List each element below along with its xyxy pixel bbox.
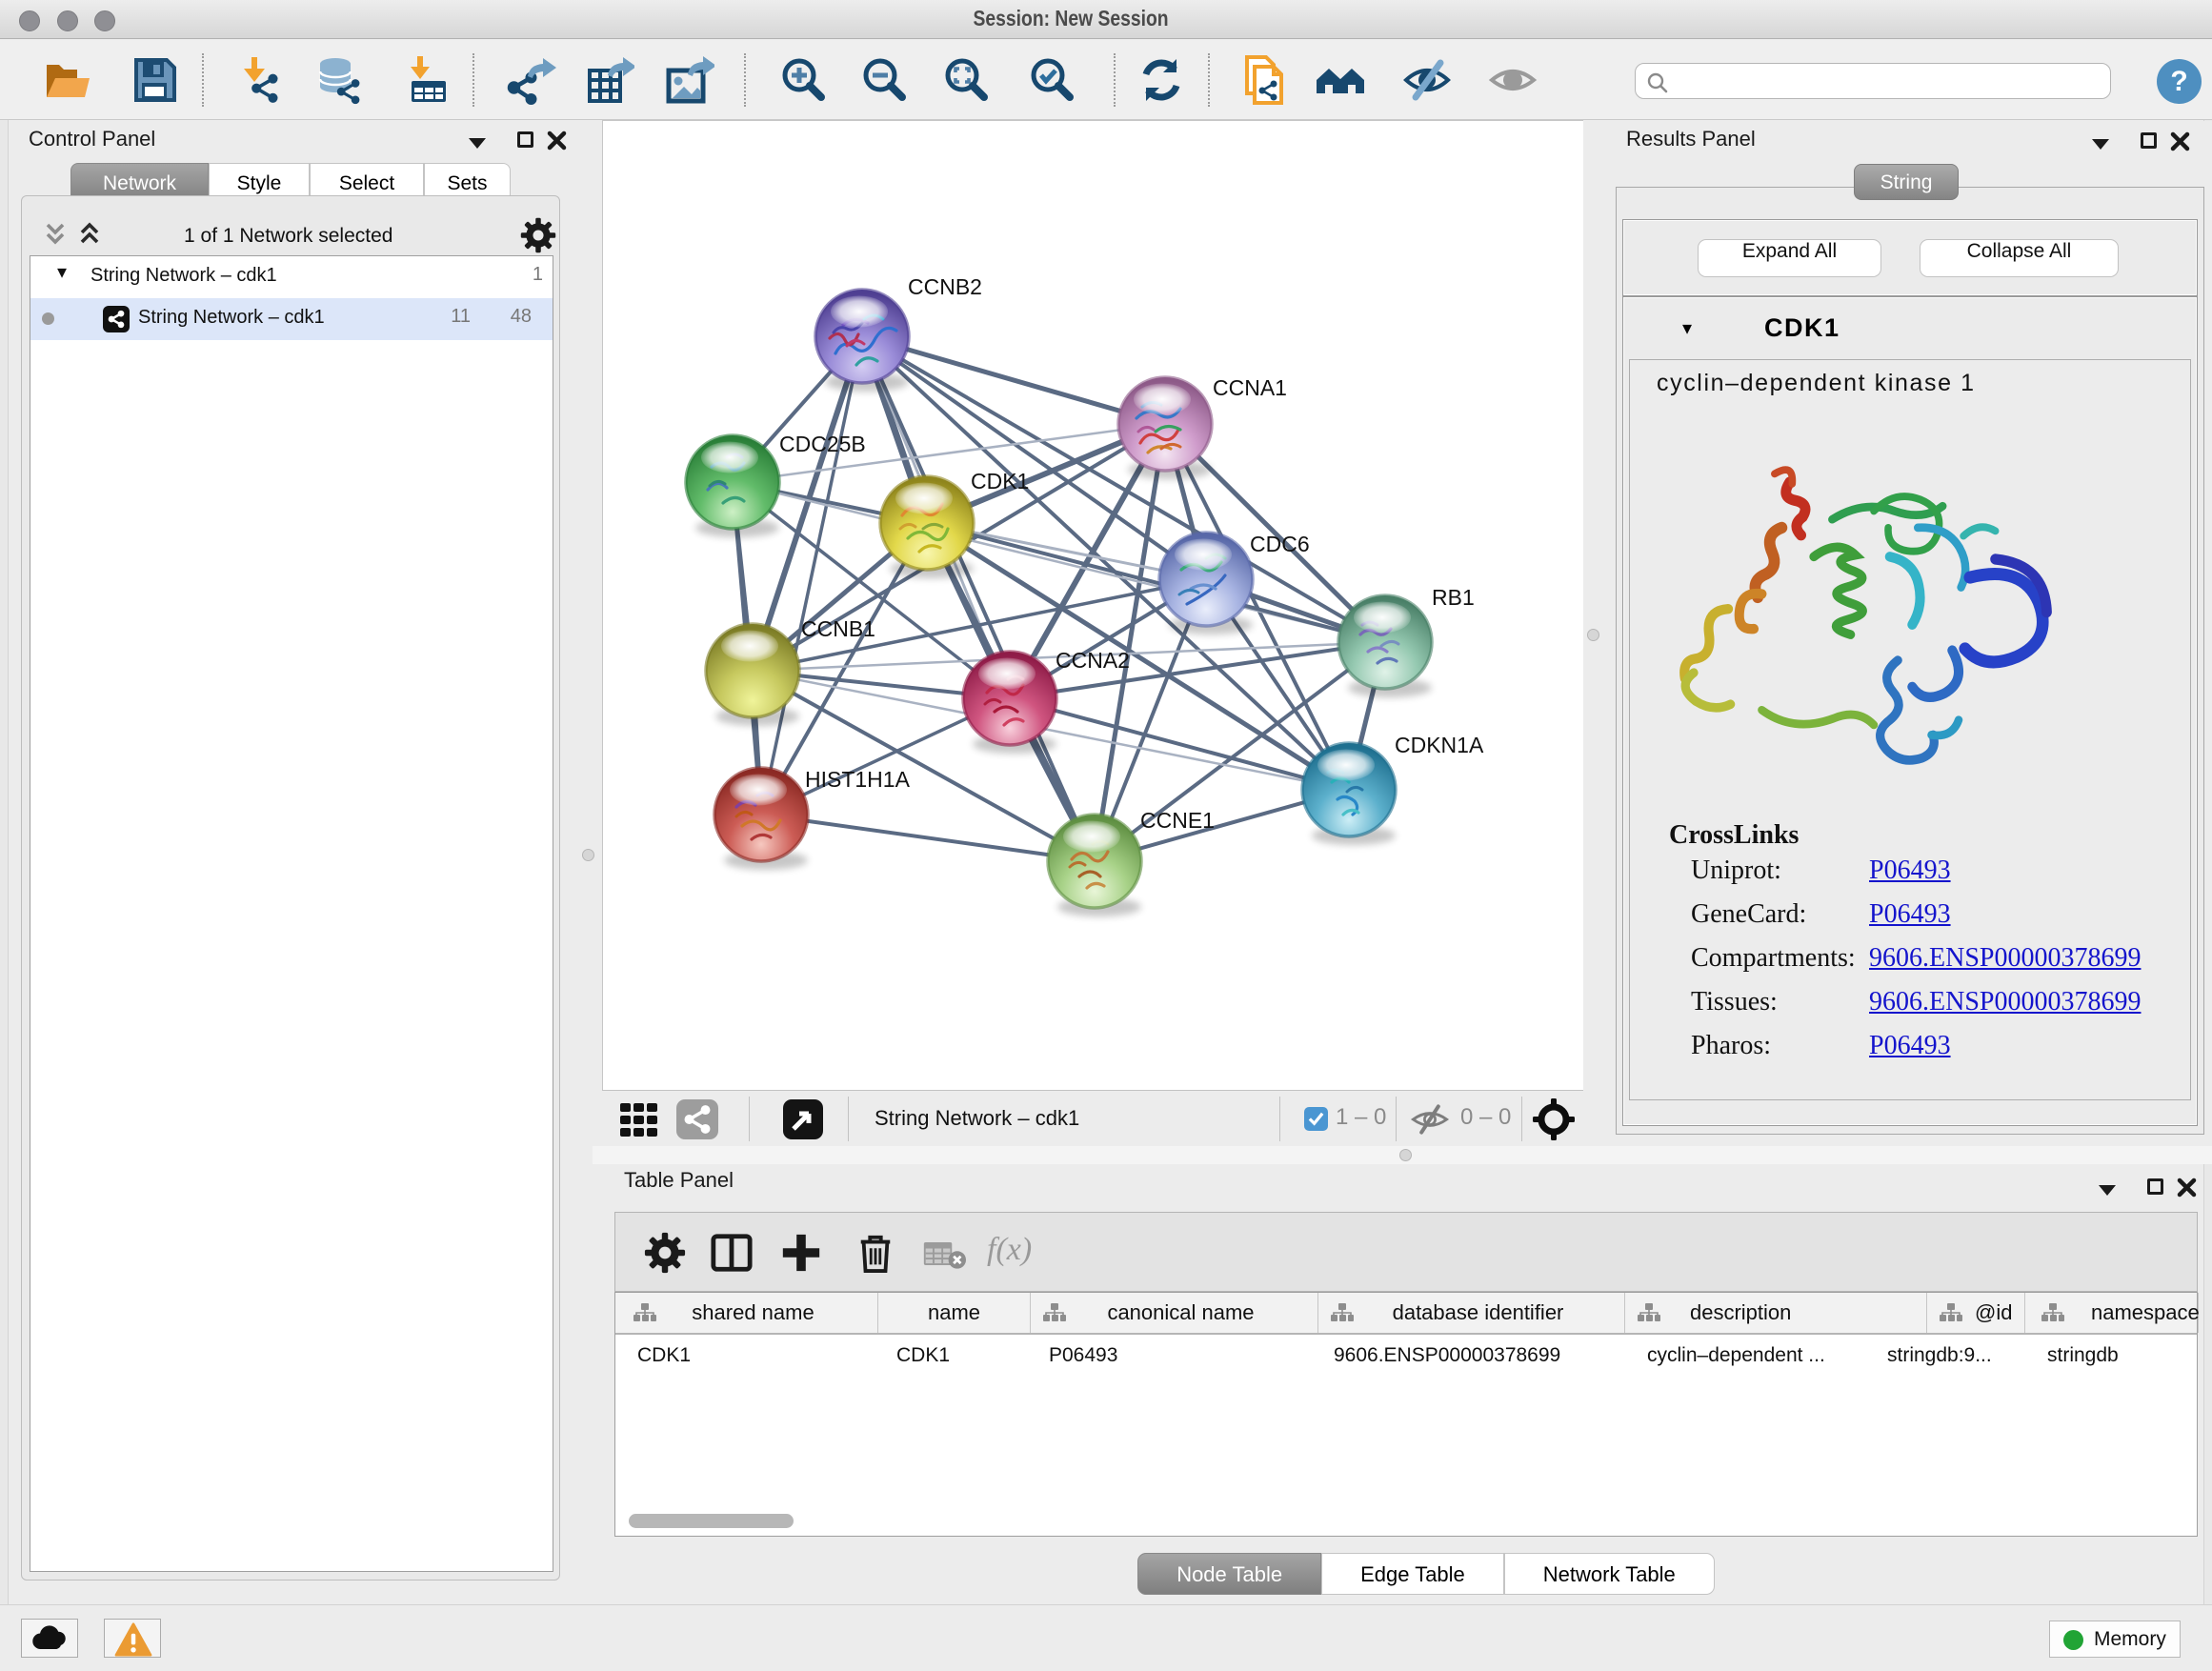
svg-text:CCNB1: CCNB1 [801,616,875,641]
svg-text:CCNE1: CCNE1 [1140,808,1215,833]
svg-text:CDK1: CDK1 [971,469,1029,493]
svg-text:CCNB2: CCNB2 [908,274,982,299]
svg-text:RB1: RB1 [1432,585,1475,610]
svg-text:CCNA2: CCNA2 [1056,648,1130,673]
svg-text:CDC25B: CDC25B [779,432,866,456]
svg-text:HIST1H1A: HIST1H1A [805,767,911,792]
svg-text:CCNA1: CCNA1 [1213,375,1287,400]
svg-text:CDKN1A: CDKN1A [1395,733,1484,757]
svg-text:CDC6: CDC6 [1250,532,1310,556]
